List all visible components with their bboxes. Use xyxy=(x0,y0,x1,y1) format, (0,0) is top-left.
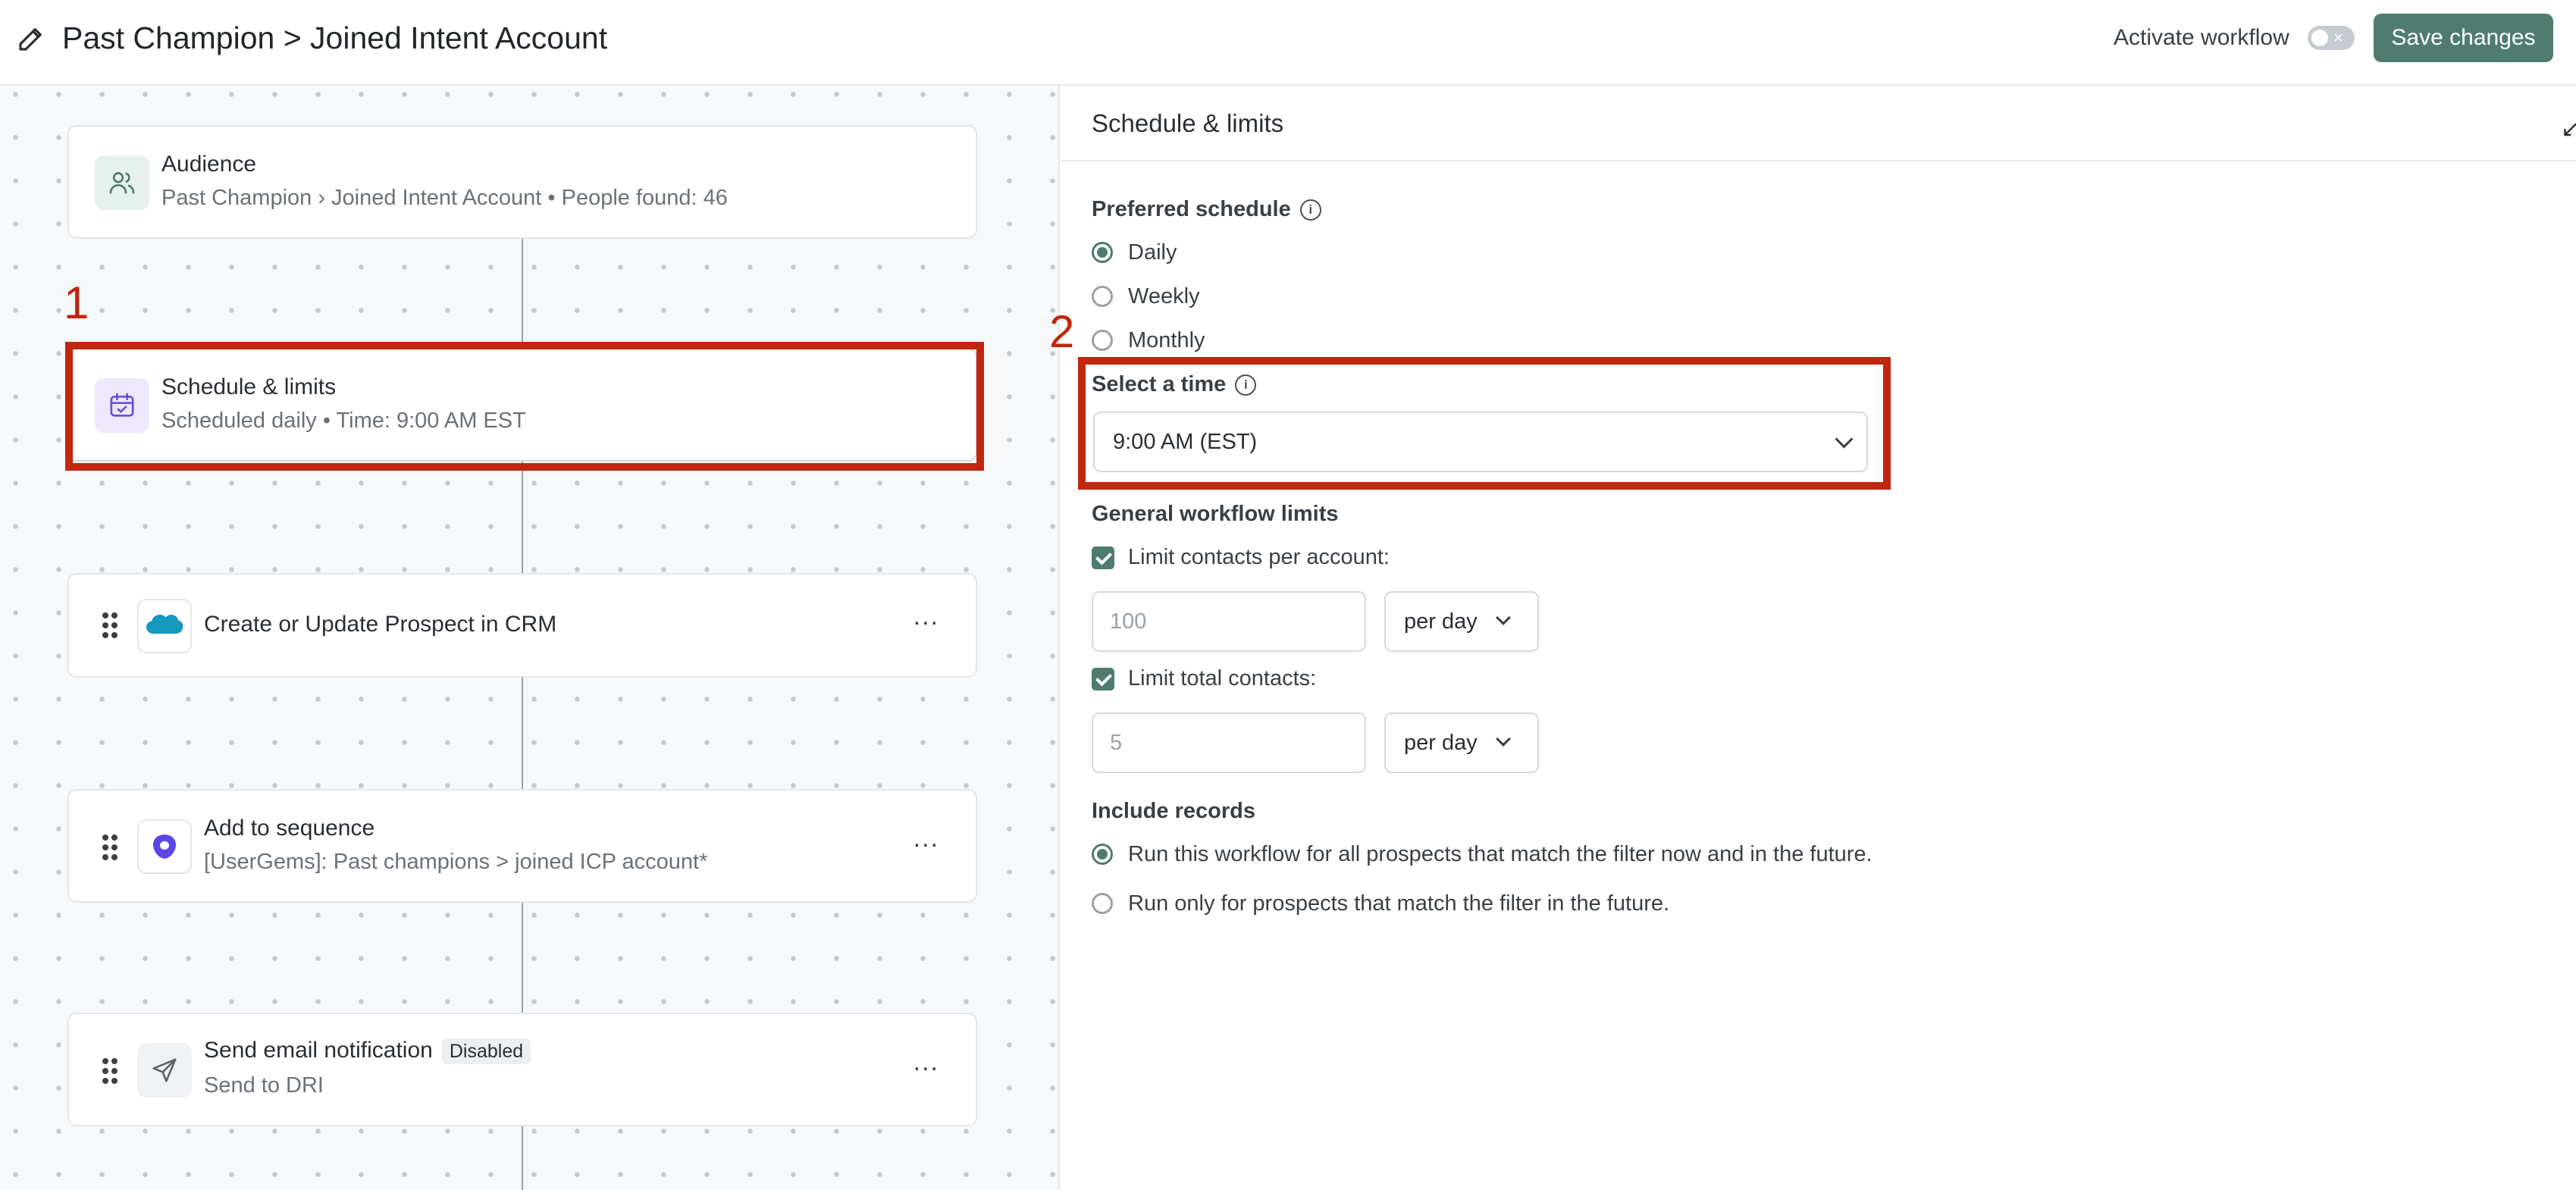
send-email-notification-card[interactable]: Send email notification Disabled Send to … xyxy=(67,1013,977,1126)
panel-header: Schedule & limits ↙ xyxy=(1061,86,2576,161)
limit-total-checkbox[interactable] xyxy=(1092,668,1114,691)
schedule-limits-panel: Schedule & limits ↙ Preferred schedule i … xyxy=(1049,86,2576,1190)
annotation-box-1 xyxy=(65,342,984,471)
radio-label: Run this workflow for all prospects that… xyxy=(1128,842,1872,866)
radio-label: Daily xyxy=(1128,240,1177,265)
preferred-schedule-label: Preferred schedule i xyxy=(1092,194,1321,224)
radio-label: Monthly xyxy=(1128,328,1205,352)
limit-per-account-period-select[interactable]: per day xyxy=(1384,591,1539,652)
toggle-off-icon: × xyxy=(2333,28,2343,47)
checkbox-label: Limit contacts per account: xyxy=(1128,545,1390,569)
radio-button[interactable] xyxy=(1092,893,1113,914)
radio-label: Weekly xyxy=(1128,284,1200,308)
preferred-schedule-text: Preferred schedule xyxy=(1092,197,1291,221)
limit-total-period-select[interactable]: per day xyxy=(1384,712,1539,773)
drag-handle-icon[interactable] xyxy=(101,611,119,640)
more-options-icon[interactable]: ... xyxy=(914,825,939,851)
top-bar: Past Champion > Joined Intent Account Ac… xyxy=(0,0,2576,86)
limit-per-account-checkbox[interactable] xyxy=(1092,546,1114,569)
card-subtitle: Past Champion › Joined Intent Account • … xyxy=(161,186,728,210)
toggle-knob xyxy=(2311,30,2328,46)
info-icon[interactable]: i xyxy=(1299,199,1321,221)
add-to-sequence-card[interactable]: Add to sequence [UserGems]: Past champio… xyxy=(67,789,977,903)
annotation-number-2: 2 xyxy=(1049,306,1075,357)
drag-handle-icon[interactable] xyxy=(101,1057,119,1085)
period-value: per day xyxy=(1404,609,1478,634)
annotation-number-1: 1 xyxy=(64,277,89,328)
activate-workflow-toggle[interactable]: × xyxy=(2308,26,2355,50)
card-title: Create or Update Prospect in CRM xyxy=(204,612,557,637)
send-icon xyxy=(137,1043,192,1098)
audience-card[interactable]: Audience Past Champion › Joined Intent A… xyxy=(67,125,977,239)
chevron-down-icon xyxy=(1496,610,1511,625)
card-title: Audience xyxy=(161,152,257,177)
period-value: per day xyxy=(1404,731,1478,755)
card-title: Send email notification Disabled xyxy=(204,1035,531,1066)
save-changes-button[interactable]: Save changes xyxy=(2374,14,2553,62)
card-title: Add to sequence xyxy=(204,816,375,841)
general-limits-label: General workflow limits xyxy=(1092,502,1339,526)
more-options-icon[interactable]: ... xyxy=(914,1049,939,1075)
card-subtitle: [UserGems]: Past champions > joined ICP … xyxy=(204,850,708,874)
collapse-panel-icon[interactable]: ↙ xyxy=(2561,116,2576,142)
drag-handle-icon[interactable] xyxy=(101,833,119,862)
chevron-down-icon xyxy=(1496,731,1511,747)
limit-per-account-input[interactable] xyxy=(1092,591,1366,652)
checkbox-label: Limit total contacts: xyxy=(1128,666,1317,691)
card-title-text: Send email notification xyxy=(204,1038,433,1063)
annotation-box-2 xyxy=(1078,357,1891,490)
pencil-icon[interactable] xyxy=(15,23,47,55)
more-options-icon[interactable]: ... xyxy=(914,603,939,629)
activate-workflow-label: Activate workflow xyxy=(2114,25,2289,50)
panel-title: Schedule & limits xyxy=(1092,109,1284,137)
crm-action-card[interactable]: Create or Update Prospect in CRM ... xyxy=(67,573,977,678)
radio-button[interactable] xyxy=(1092,242,1113,263)
workflow-title[interactable]: Past Champion > Joined Intent Account xyxy=(62,17,607,59)
outreach-icon xyxy=(137,819,192,874)
workflow-canvas[interactable]: Audience Past Champion › Joined Intent A… xyxy=(0,86,1060,1190)
limit-total-input[interactable] xyxy=(1092,712,1366,773)
salesforce-icon xyxy=(137,599,192,653)
card-subtitle: Send to DRI xyxy=(204,1073,324,1098)
users-icon xyxy=(95,155,149,210)
disabled-badge: Disabled xyxy=(441,1038,531,1065)
radio-button[interactable] xyxy=(1092,330,1113,351)
radio-button[interactable] xyxy=(1092,844,1113,865)
include-records-label: Include records xyxy=(1092,799,1255,823)
radio-button[interactable] xyxy=(1092,286,1113,307)
radio-label: Run only for prospects that match the fi… xyxy=(1128,891,1670,916)
